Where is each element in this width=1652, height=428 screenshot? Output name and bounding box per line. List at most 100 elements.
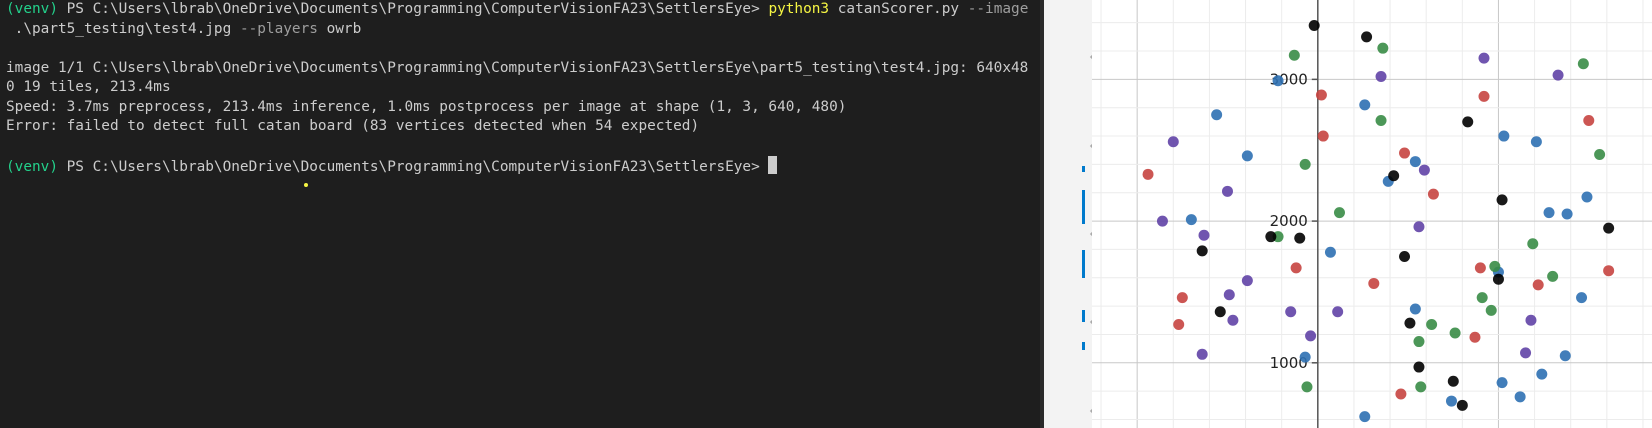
data-point-purple — [1285, 306, 1297, 318]
terminal-cursor — [768, 156, 778, 174]
data-point-black — [1388, 170, 1400, 182]
data-point-red — [1142, 168, 1154, 180]
data-point-red — [1583, 114, 1595, 126]
data-point-black — [1196, 245, 1208, 257]
scroll-marker — [1082, 250, 1085, 278]
data-point-black — [1399, 251, 1411, 263]
data-point-green — [1547, 270, 1559, 282]
mouse-pointer-dot — [304, 183, 308, 187]
data-point-purple — [1552, 69, 1564, 81]
data-point-green — [1527, 238, 1539, 250]
scroll-marker — [1082, 342, 1085, 350]
data-point-red — [1469, 331, 1481, 343]
data-point-purple — [1520, 347, 1532, 359]
data-point-green — [1426, 319, 1438, 331]
terminal-output-line: Speed: 3.7ms preprocess, 213.4ms inferen… — [6, 98, 847, 115]
venv-label: (venv) — [6, 159, 58, 175]
data-point-red — [1395, 388, 1407, 400]
data-point-red — [1603, 265, 1615, 277]
data-point-purple — [1196, 348, 1208, 360]
data-point-blue — [1496, 377, 1508, 389]
data-point-blue — [1359, 99, 1371, 111]
data-point-green — [1413, 336, 1425, 348]
data-point-blue — [1581, 191, 1593, 203]
data-point-green — [1594, 148, 1606, 160]
data-point-blue — [1498, 130, 1510, 142]
data-point-red — [1532, 279, 1544, 291]
data-point-green — [1485, 304, 1497, 316]
scatter-plot[interactable]: 300020001000 — [1092, 0, 1652, 428]
data-point-black — [1294, 232, 1306, 244]
data-point-blue — [1272, 75, 1284, 87]
data-point-blue — [1409, 156, 1421, 168]
data-point-blue — [1409, 303, 1421, 315]
data-point-green — [1375, 114, 1387, 126]
venv-label: (venv) — [6, 1, 58, 17]
data-point-red — [1427, 188, 1439, 200]
data-point-purple — [1375, 71, 1387, 83]
data-point-purple — [1167, 136, 1179, 148]
prompt-path: PS C:\Users\lbrab\OneDrive\Documents\Pro… — [57, 1, 769, 17]
data-point-blue — [1514, 391, 1526, 403]
data-point-blue — [1445, 395, 1457, 407]
data-point-purple — [1221, 185, 1233, 197]
image-path-arg: .\part5_testing\test4.jpg — [6, 20, 240, 37]
data-point-black — [1496, 194, 1508, 206]
data-point-blue — [1299, 351, 1311, 363]
prompt-path: PS C:\Users\lbrab\OneDrive\Documents\Pro… — [57, 159, 769, 175]
terminal-line-command-cont: .\part5_testing\test4.jpg --players owrb — [6, 20, 1040, 40]
data-point-green — [1288, 49, 1300, 61]
data-point-blue — [1543, 207, 1555, 219]
data-point-green — [1577, 58, 1589, 70]
data-point-purple — [1413, 221, 1425, 233]
data-point-purple — [1418, 164, 1430, 176]
terminal-error-line: Error: failed to detect full catan board… — [6, 118, 700, 134]
data-point-purple — [1305, 330, 1317, 342]
data-point-blue — [1559, 350, 1571, 362]
data-point-green — [1333, 207, 1345, 219]
terminal-prompt-line[interactable]: (venv) PS C:\Users\lbrab\OneDrive\Docume… — [6, 156, 1040, 176]
data-point-blue — [1241, 150, 1253, 162]
data-point-purple — [1241, 275, 1253, 287]
data-point-black — [1492, 273, 1504, 285]
data-point-green — [1301, 381, 1313, 393]
terminal-line-command: (venv) PS C:\Users\lbrab\OneDrive\Docume… — [6, 0, 1040, 20]
data-point-blue — [1359, 411, 1371, 423]
data-point-red — [1317, 130, 1329, 142]
data-point-red — [1399, 147, 1411, 159]
data-point-purple — [1223, 289, 1235, 301]
command-args: catanScorer.py — [829, 1, 968, 17]
data-point-black — [1214, 306, 1226, 318]
flag-players: --players — [239, 20, 318, 37]
data-point-green — [1377, 42, 1389, 54]
data-point-purple — [1525, 314, 1537, 326]
data-point-green — [1449, 327, 1461, 339]
data-point-black — [1603, 222, 1615, 234]
data-point-red — [1290, 262, 1302, 274]
graph-panel[interactable]: 3000 2000 1000 — [1092, 0, 1652, 428]
data-point-blue — [1324, 246, 1336, 258]
data-point-blue — [1185, 214, 1197, 226]
data-point-blue — [1530, 136, 1542, 148]
data-point-black — [1404, 317, 1416, 329]
data-point-blue — [1211, 109, 1223, 121]
data-point-red — [1478, 90, 1490, 102]
data-point-red — [1315, 89, 1327, 101]
data-point-green — [1489, 260, 1501, 272]
data-point-black — [1456, 399, 1468, 411]
y-tick-label: 2000 — [1270, 212, 1308, 230]
scroll-marker — [1082, 190, 1085, 224]
players-value: owrb — [317, 20, 362, 37]
data-point-purple — [1478, 52, 1490, 64]
terminal-output-line: 0 19 tiles, 213.4ms — [6, 79, 171, 95]
terminal-output-line: image 1/1 C:\Users\lbrab\OneDrive\Docume… — [6, 59, 1029, 76]
terminal-panel[interactable]: (venv) PS C:\Users\lbrab\OneDrive\Docume… — [0, 0, 1040, 428]
data-point-red — [1176, 292, 1188, 304]
data-point-blue — [1561, 208, 1573, 220]
data-point-purple — [1198, 229, 1210, 241]
data-point-black — [1265, 231, 1277, 243]
data-point-purple — [1332, 306, 1344, 318]
data-point-green — [1415, 381, 1427, 393]
